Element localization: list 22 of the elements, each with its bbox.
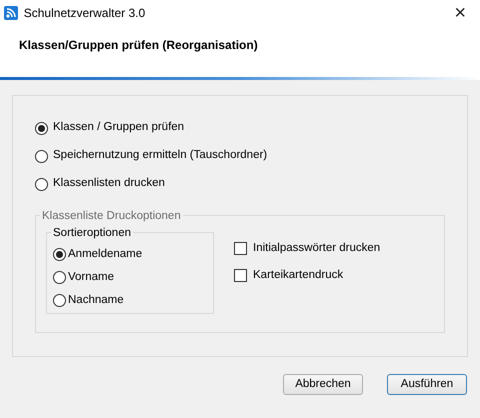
app-icon	[4, 6, 18, 20]
radio-button[interactable]	[53, 248, 66, 261]
checkbox-label[interactable]: Karteikartendruck	[253, 266, 344, 284]
default-button[interactable]: Ausführen	[387, 374, 467, 395]
radio-label[interactable]: Nachname	[68, 292, 124, 310]
radio-button[interactable]	[35, 178, 48, 190]
page-heading: Klassen/Gruppen prüfen (Reorganisation)	[19, 38, 258, 52]
checkbox-label[interactable]: Initialpasswörter drucken	[253, 240, 380, 257]
radio-button[interactable]	[35, 150, 48, 162]
radio-label[interactable]: Anmeldename	[68, 246, 142, 264]
radio-label[interactable]: Speichernutzung ermitteln (Tauschordner)	[53, 147, 268, 165]
window-title: Schulnetzverwalter 3.0	[24, 5, 146, 22]
close-button[interactable]: ×	[448, 3, 472, 23]
dialog-button[interactable]: Abbrechen	[283, 374, 363, 395]
radio-label[interactable]: Vorname	[68, 268, 114, 286]
checkbox[interactable]	[234, 268, 247, 282]
checkbox[interactable]	[234, 242, 247, 255]
radio-button[interactable]	[53, 271, 66, 284]
radio-button[interactable]	[53, 294, 66, 307]
radio-label[interactable]: Klassen / Gruppen prüfen	[53, 119, 184, 137]
radio-label[interactable]: Klassenlisten drucken	[53, 175, 165, 193]
radio-button[interactable]	[35, 122, 48, 134]
